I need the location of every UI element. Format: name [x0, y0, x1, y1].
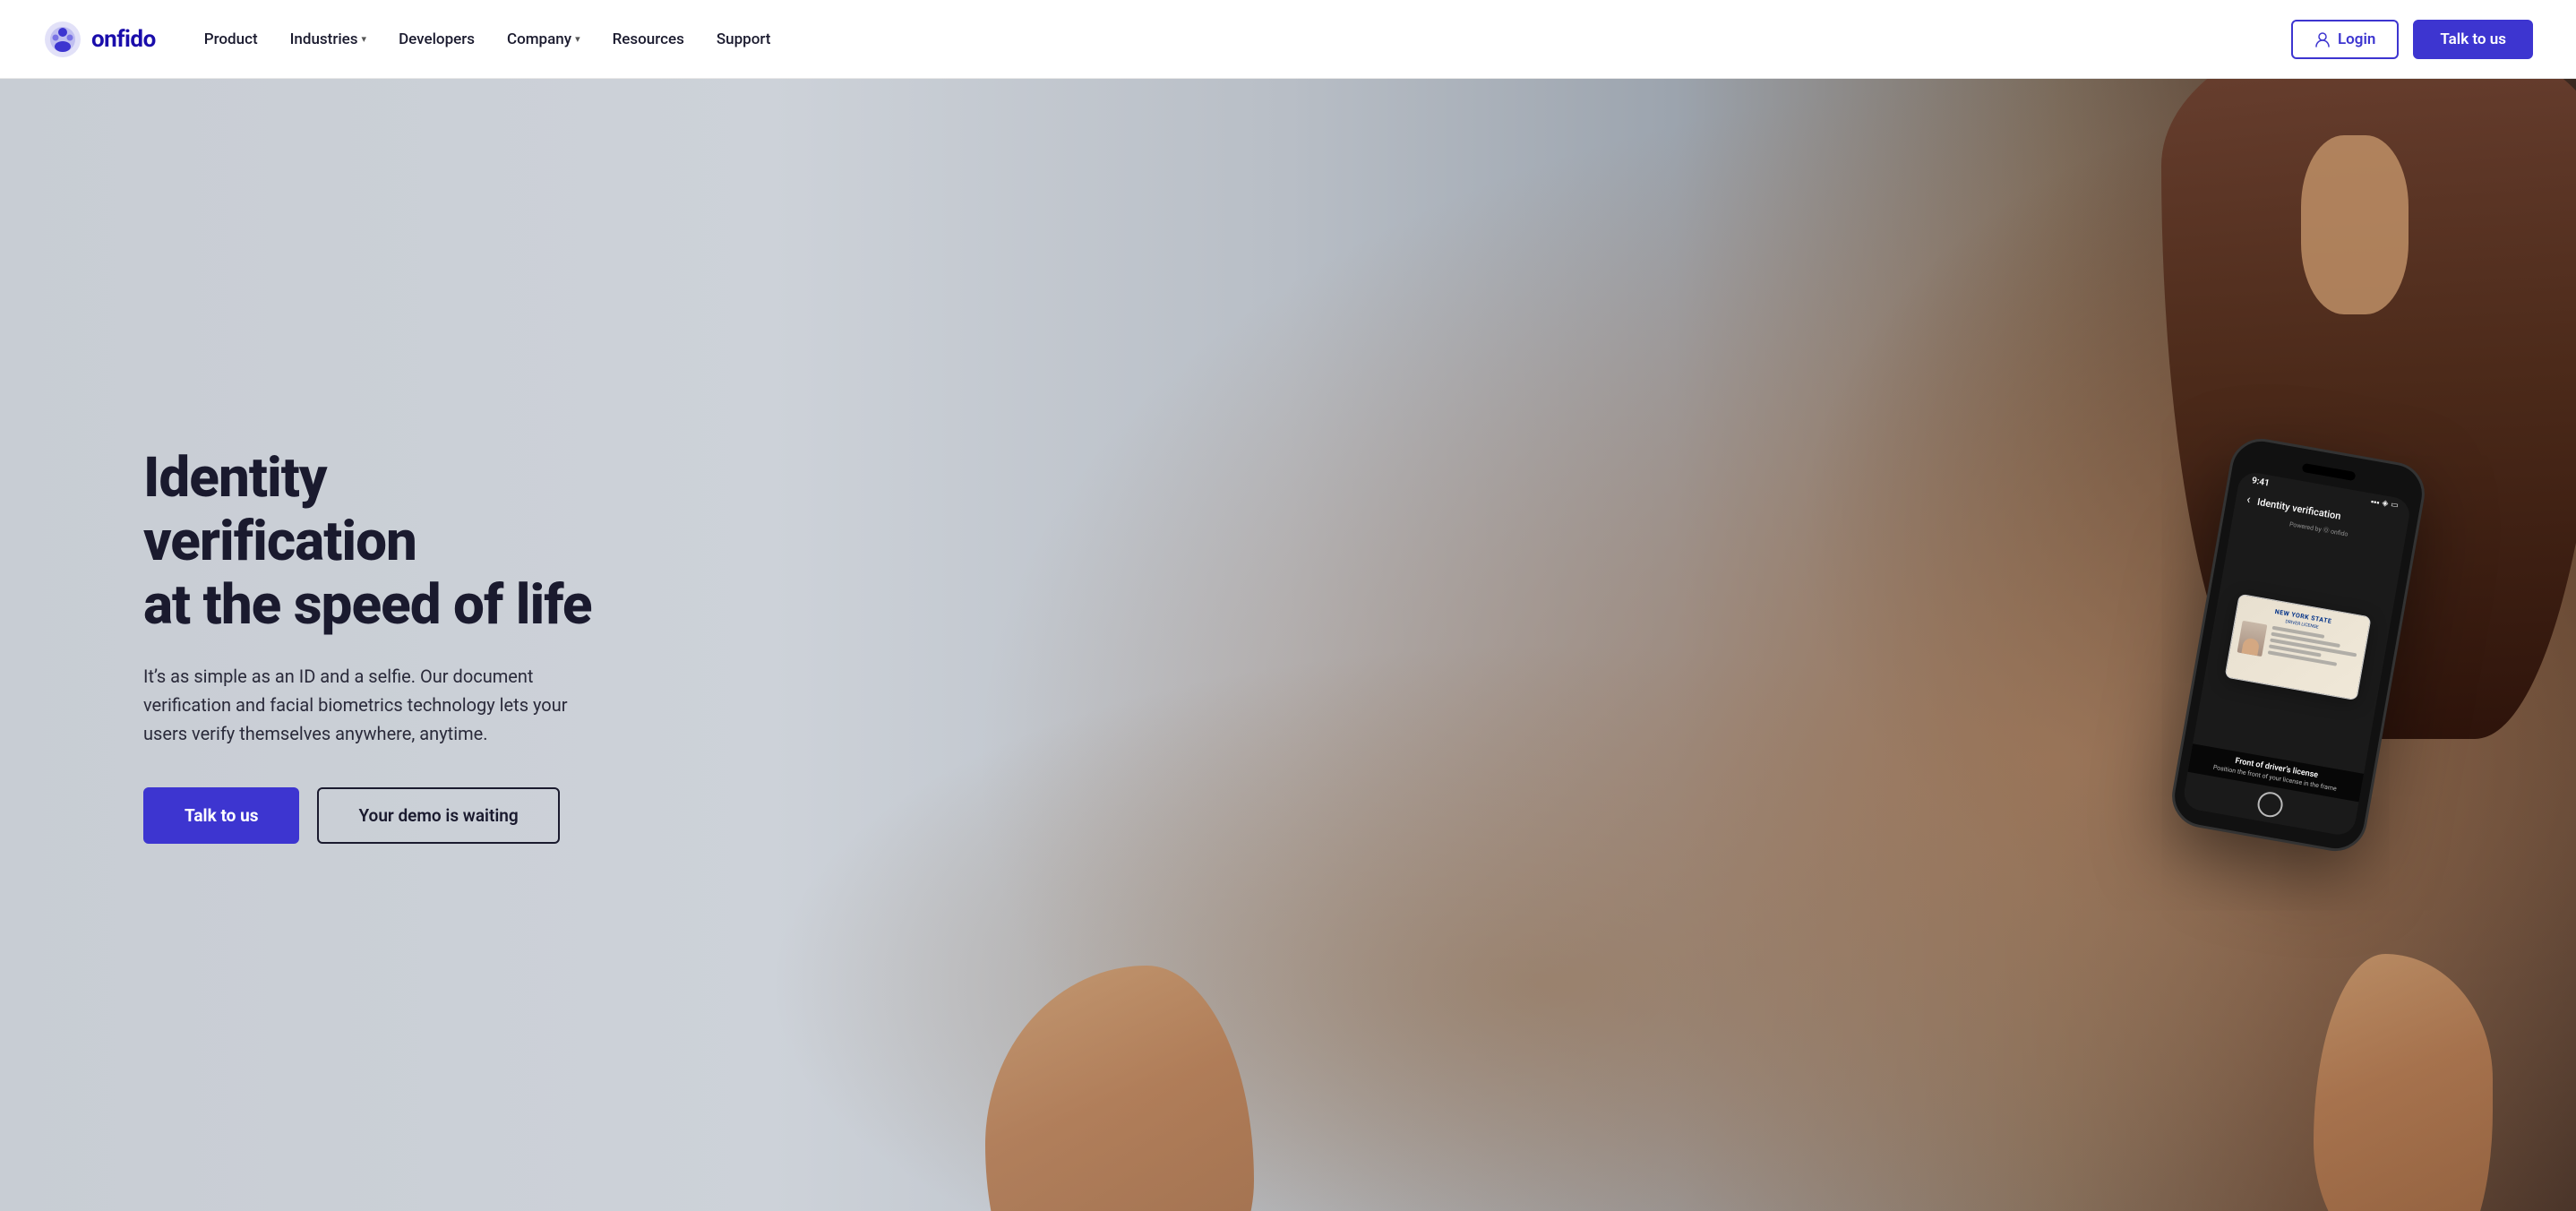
nav-link-industries[interactable]: Industries ▾ — [278, 23, 379, 56]
nav-item-developers[interactable]: Developers — [386, 23, 487, 56]
signal-icon: ▪▪▪ — [2370, 497, 2380, 508]
nav-item-company[interactable]: Company ▾ — [494, 23, 593, 56]
nav-link-developers[interactable]: Developers — [386, 23, 487, 56]
phone-notch — [2302, 463, 2357, 481]
chevron-down-icon: ▾ — [362, 33, 367, 45]
talk-to-us-hero-button[interactable]: Talk to us — [143, 787, 299, 844]
hero-title: Identity verification at the speed of li… — [143, 446, 609, 638]
nav-link-support[interactable]: Support — [704, 23, 784, 56]
hero-section: Identity verification at the speed of li… — [0, 79, 2576, 1211]
phone-card-area: NEW YORK STATE DRIVER LICENSE — [2193, 520, 2403, 774]
id-photo — [2237, 621, 2268, 657]
navbar: onfido Product Industries ▾ Developers — [0, 0, 2576, 79]
nav-links: Product Industries ▾ Developers Company … — [192, 23, 784, 56]
nav-item-support[interactable]: Support — [704, 23, 784, 56]
navbar-right: Login Talk to us — [2291, 20, 2533, 59]
nav-link-product[interactable]: Product — [192, 23, 270, 56]
id-card-mockup: NEW YORK STATE DRIVER LICENSE — [2224, 594, 2371, 701]
phone-status-icons: ▪▪▪ ◈ ▭ — [2370, 497, 2399, 511]
logo-text: onfido — [91, 26, 156, 53]
login-button[interactable]: Login — [2291, 20, 2399, 59]
demo-button[interactable]: Your demo is waiting — [317, 787, 559, 844]
onfido-logo-icon — [43, 20, 82, 59]
logo[interactable]: onfido — [43, 20, 156, 59]
hero-description: It’s as simple as an ID and a selfie. Ou… — [143, 662, 609, 748]
wifi-icon: ◈ — [2381, 499, 2389, 510]
talk-to-us-button[interactable]: Talk to us — [2413, 20, 2533, 59]
phone-back-button[interactable]: ‹ — [2245, 493, 2252, 507]
user-icon — [2314, 31, 2331, 47]
nav-item-industries[interactable]: Industries ▾ — [278, 23, 379, 56]
hero-buttons: Talk to us Your demo is waiting — [143, 787, 609, 844]
chevron-down-icon: ▾ — [575, 33, 580, 45]
phone-time: 9:41 — [2251, 476, 2270, 488]
nav-item-product[interactable]: Product — [192, 23, 270, 56]
phone-capture-button[interactable] — [2255, 790, 2284, 819]
nav-item-resources[interactable]: Resources — [600, 23, 697, 56]
id-photo-face — [2241, 637, 2260, 656]
nav-link-company[interactable]: Company ▾ — [494, 23, 593, 56]
battery-icon: ▭ — [2390, 501, 2399, 511]
navbar-left: onfido Product Industries ▾ Developers — [43, 20, 783, 59]
hero-content: Identity verification at the speed of li… — [0, 446, 609, 845]
nav-link-resources[interactable]: Resources — [600, 23, 697, 56]
